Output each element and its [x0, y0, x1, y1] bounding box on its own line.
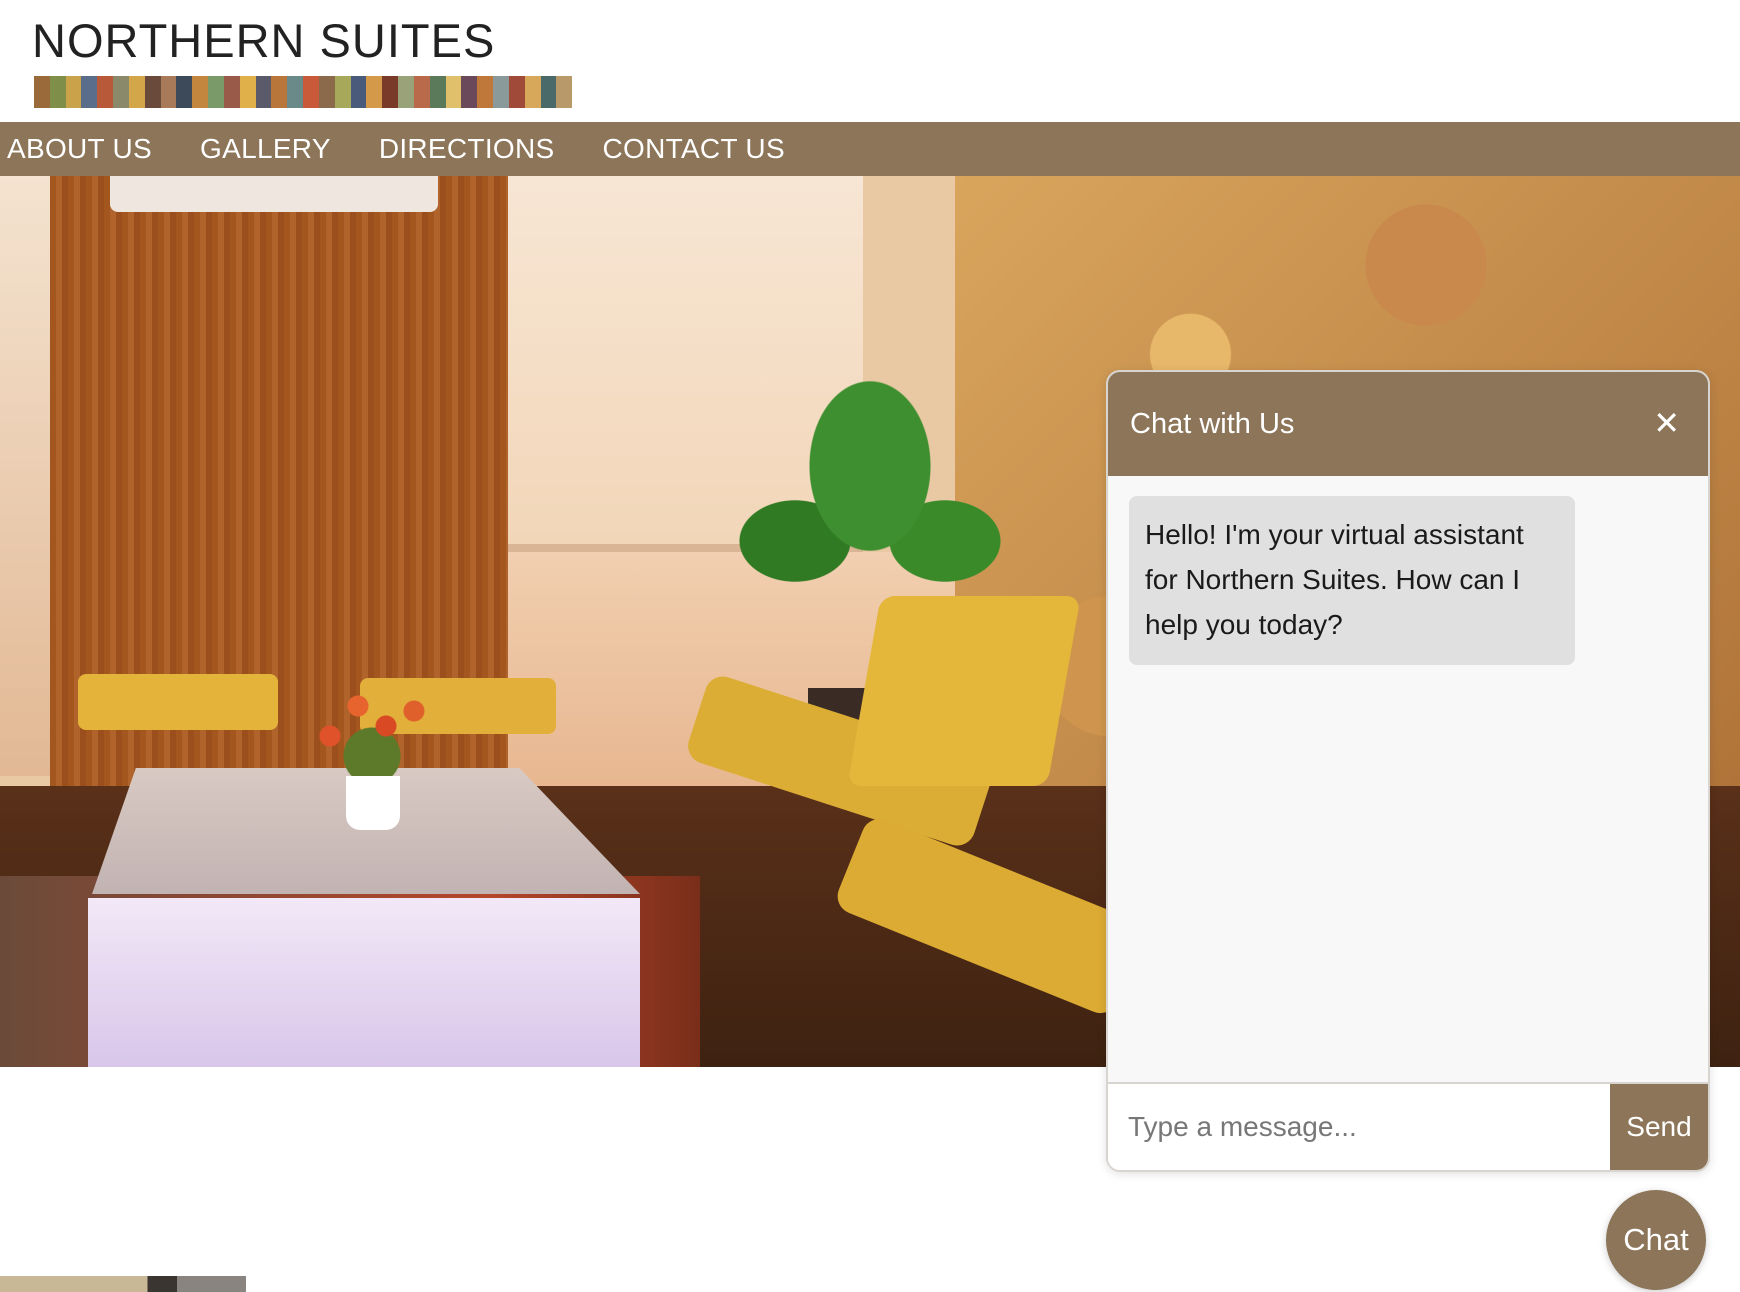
- page: NORTHERN SUITES ABOUT US GALLERY DIRECTI…: [0, 0, 1740, 1292]
- nav-item-about-us[interactable]: ABOUT US: [7, 133, 152, 165]
- hero-wall-left: [0, 176, 50, 776]
- logo-stripe: [34, 76, 50, 108]
- logo-stripe: [49, 76, 66, 108]
- logo-stripe: [524, 76, 541, 108]
- logo-stripe: [255, 76, 272, 108]
- logo-stripe: [160, 76, 177, 108]
- logo-stripe: [303, 76, 319, 108]
- assistant-message-bubble: Hello! I'm your virtual assistant for No…: [1129, 496, 1575, 665]
- gallery-thumbnail-strip[interactable]: [0, 1276, 246, 1292]
- hero-ottoman-left: [78, 674, 278, 730]
- chat-header: Chat with Us ✕: [1108, 372, 1708, 476]
- logo-stripe: [540, 76, 557, 108]
- hero-tulips: [302, 676, 442, 776]
- logo-stripe: [350, 76, 367, 108]
- logo-stripe: [271, 76, 288, 108]
- logo-stripe: [287, 76, 304, 108]
- close-icon[interactable]: ✕: [1653, 404, 1680, 442]
- logo-stripe: [382, 76, 399, 108]
- nav-item-gallery[interactable]: GALLERY: [200, 133, 331, 165]
- chat-launcher-button[interactable]: Chat: [1606, 1190, 1706, 1290]
- logo-stripe: [97, 76, 114, 108]
- logo-stripe: [239, 76, 256, 108]
- logo-stripe: [556, 76, 573, 108]
- logo-stripe: [65, 76, 82, 108]
- logo-stripe: [366, 76, 383, 108]
- logo-stripe: [477, 76, 494, 108]
- main-nav: ABOUT US GALLERY DIRECTIONS CONTACT US: [0, 122, 1740, 176]
- logo-stripe: [493, 76, 509, 108]
- logo-stripe: [176, 76, 193, 108]
- logo-stripe: [318, 76, 335, 108]
- chat-message-input[interactable]: [1108, 1084, 1608, 1170]
- nav-item-directions[interactable]: DIRECTIONS: [379, 133, 555, 165]
- logo-stripe: [413, 76, 430, 108]
- hero-table-base: [88, 898, 640, 1067]
- site-logo[interactable]: NORTHERN SUITES: [32, 14, 574, 108]
- logo-stripe: [144, 76, 161, 108]
- logo-stripe: [192, 76, 209, 108]
- logo-text: NORTHERN SUITES: [32, 14, 496, 67]
- hero-chair-back: [847, 596, 1081, 786]
- logo-stripe: [128, 76, 145, 108]
- hero-ac-unit: [110, 176, 438, 212]
- send-button[interactable]: Send: [1610, 1084, 1708, 1170]
- logo-stripe: [461, 76, 478, 108]
- logo-stripe: [223, 76, 240, 108]
- logo-stripe: [398, 76, 414, 108]
- logo-stripe: [208, 76, 224, 108]
- hero-vase: [346, 776, 400, 830]
- chat-window: Chat with Us ✕ Hello! I'm your virtual a…: [1106, 370, 1710, 1172]
- logo-stripe-bar: [34, 76, 573, 108]
- nav-item-contact-us[interactable]: CONTACT US: [603, 133, 785, 165]
- logo-stripe: [508, 76, 525, 108]
- logo-stripe: [429, 76, 446, 108]
- chat-message-list: Hello! I'm your virtual assistant for No…: [1108, 476, 1708, 1080]
- logo-stripe: [334, 76, 351, 108]
- chat-title: Chat with Us: [1130, 408, 1295, 440]
- logo-stripe: [113, 76, 129, 108]
- logo-stripe: [445, 76, 462, 108]
- logo-stripe: [81, 76, 98, 108]
- chat-input-row: Send: [1108, 1082, 1708, 1170]
